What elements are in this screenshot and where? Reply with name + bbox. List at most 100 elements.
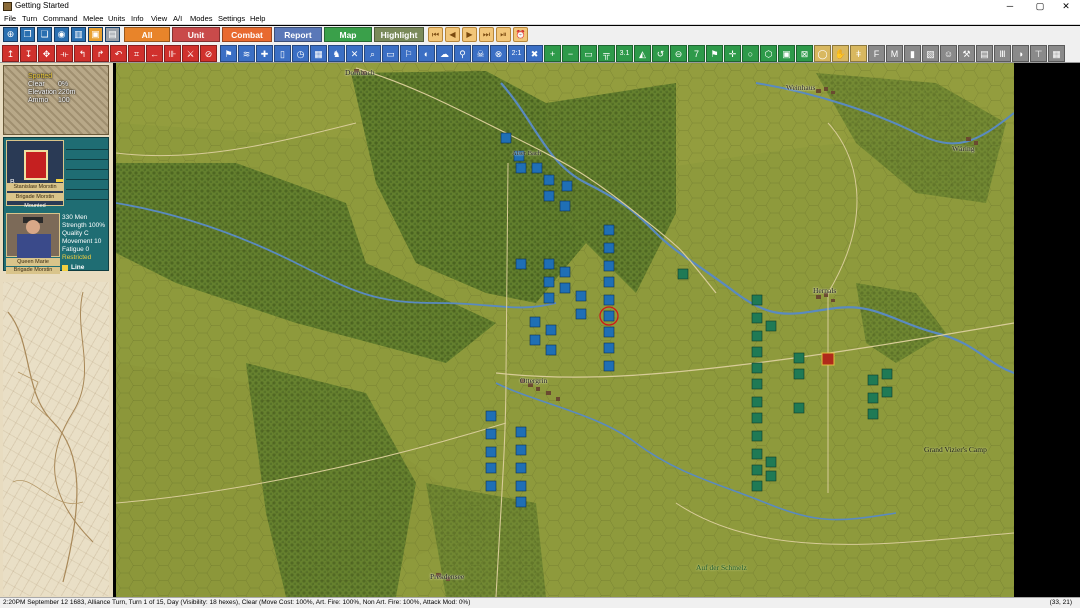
next-unit-icon[interactable]: ▶ xyxy=(462,27,477,42)
terrain-icon[interactable]: ◭ xyxy=(634,45,651,62)
prev-unit-icon[interactable]: ◀ xyxy=(445,27,460,42)
book-icon[interactable]: ▯ xyxy=(274,45,291,62)
magnifier-icon[interactable]: ⌕ xyxy=(364,45,381,62)
target-icon[interactable]: ⊖ xyxy=(670,45,687,62)
clock-icon[interactable]: ◷ xyxy=(292,45,309,62)
hex-grid-icon[interactable]: ⬡ xyxy=(760,45,777,62)
unit-grid-icon[interactable]: ▦ xyxy=(310,45,327,62)
turn-number[interactable]: 7 xyxy=(688,45,705,62)
menu-units[interactable]: Units xyxy=(108,14,125,23)
green-flag-icon[interactable]: ⚑ xyxy=(706,45,723,62)
menu-view[interactable]: View xyxy=(151,14,167,23)
tab-combat[interactable]: Combat xyxy=(222,27,272,42)
menu-file[interactable]: File xyxy=(4,14,16,23)
maximize-button[interactable]: ▢ xyxy=(1026,0,1054,13)
f-key-icon[interactable]: F xyxy=(868,45,885,62)
menu-info[interactable]: Info xyxy=(131,14,144,23)
move-down-icon[interactable]: ↧ xyxy=(20,45,37,62)
stack-icon[interactable]: ❐ xyxy=(20,27,35,42)
wifi-icon[interactable]: ≋ xyxy=(238,45,255,62)
cavalry-icon[interactable]: ♞ xyxy=(328,45,345,62)
banner-icon[interactable]: ⚐ xyxy=(400,45,417,62)
formation-icon[interactable]: ⌗ xyxy=(128,45,145,62)
cube-icon[interactable]: ▧ xyxy=(922,45,939,62)
tab-map[interactable]: Map xyxy=(324,27,372,42)
x-icon[interactable]: ✕ xyxy=(346,45,363,62)
hand-icon[interactable]: ✋ xyxy=(832,45,849,62)
undo-icon[interactable]: ↺ xyxy=(652,45,669,62)
tab-all[interactable]: All xyxy=(124,27,170,42)
pin-icon[interactable]: ⚲ xyxy=(454,45,471,62)
tab-highlight[interactable]: Highlight xyxy=(374,27,424,42)
chart-icon[interactable]: ▤ xyxy=(976,45,993,62)
m-key-icon[interactable]: M xyxy=(886,45,903,62)
plus-icon[interactable]: ✚ xyxy=(256,45,273,62)
menu-ai[interactable]: A/I xyxy=(173,14,182,23)
hierarchy-icon[interactable]: ⊤ xyxy=(1030,45,1047,62)
circle-icon[interactable]: ○ xyxy=(742,45,759,62)
leader-slot xyxy=(66,182,108,190)
first-unit-icon[interactable]: ⏮ xyxy=(428,27,443,42)
menu-modes[interactable]: Modes xyxy=(190,14,213,23)
zoom-out-icon[interactable]: − xyxy=(562,45,579,62)
unit-portrait[interactable] xyxy=(6,213,60,258)
cloud-icon[interactable]: ☁ xyxy=(436,45,453,62)
menu-command[interactable]: Command xyxy=(43,14,78,23)
torch-icon[interactable]: ǂ xyxy=(850,45,867,62)
turn-right-icon[interactable]: ↱ xyxy=(92,45,109,62)
end-unit-icon[interactable]: ⏯ xyxy=(496,27,511,42)
move-up-icon[interactable]: ↥ xyxy=(2,45,19,62)
tee-icon[interactable]: ╦ xyxy=(598,45,615,62)
minimize-button[interactable]: ─ xyxy=(996,0,1024,13)
tab-report[interactable]: Report xyxy=(274,27,322,42)
zoom-ratio[interactable]: 2:1 xyxy=(508,45,525,62)
game-map[interactable]: Dornbach Weinhaus Alser Bach Wäring Hern… xyxy=(116,63,1014,597)
menu-turn[interactable]: Turn xyxy=(22,14,37,23)
turn-left-icon[interactable]: ↰ xyxy=(74,45,91,62)
no-entry-icon[interactable]: ⊗ xyxy=(490,45,507,62)
window-icon[interactable]: ▣ xyxy=(88,27,103,42)
contrast-icon[interactable]: ◑ xyxy=(1012,45,1029,62)
ladder-icon[interactable]: ⊪ xyxy=(164,45,181,62)
half-moon-icon[interactable]: ◐ xyxy=(418,45,435,62)
map-scale[interactable]: 3.1 xyxy=(616,45,633,62)
smiley-icon[interactable]: ☺ xyxy=(940,45,957,62)
tab-unit[interactable]: Unit xyxy=(172,27,220,42)
leader-slot xyxy=(66,172,108,180)
menu-melee[interactable]: Melee xyxy=(83,14,103,23)
document-icon[interactable]: ▤ xyxy=(105,27,120,42)
menu-settings[interactable]: Settings xyxy=(218,14,245,23)
map-icon[interactable]: ▥ xyxy=(71,27,86,42)
lock-icon[interactable]: ▮ xyxy=(904,45,921,62)
last-unit-icon[interactable]: ⏭ xyxy=(479,27,494,42)
spread-icon[interactable]: ✥ xyxy=(38,45,55,62)
close-button[interactable]: ✕ xyxy=(1052,0,1080,13)
crossed-lines-icon[interactable]: ✖ xyxy=(526,45,543,62)
crosshair-icon[interactable]: ⊕ xyxy=(3,27,18,42)
crossed-swords-icon[interactable]: ⚔ xyxy=(182,45,199,62)
zoom-in-icon[interactable]: + xyxy=(544,45,561,62)
map-border-right xyxy=(1014,63,1080,597)
cancel-icon[interactable]: ⊘ xyxy=(200,45,217,62)
box-x-icon[interactable]: ⊠ xyxy=(796,45,813,62)
alarm-clock-icon[interactable]: ⏰ xyxy=(513,27,528,42)
skull-icon[interactable]: ☠ xyxy=(472,45,489,62)
monitor-icon[interactable]: ▭ xyxy=(580,45,597,62)
grid-icon[interactable]: ▦ xyxy=(1048,45,1065,62)
pillars-icon[interactable]: Ⅲ xyxy=(994,45,1011,62)
arrow-left-icon[interactable]: ← xyxy=(146,45,163,62)
title-bar: Getting Started ─ ▢ ✕ xyxy=(0,0,1080,13)
split-icon[interactable]: ⟛ xyxy=(56,45,73,62)
layers-icon[interactable]: ❏ xyxy=(37,27,52,42)
flag-icon[interactable]: ⚑ xyxy=(220,45,237,62)
about-face-icon[interactable]: ↶ xyxy=(110,45,127,62)
unit-info-card[interactable]: B Stanislaw Morstin Brigade Morstin Moun… xyxy=(3,137,109,274)
cross-icon[interactable]: ✛ xyxy=(724,45,741,62)
eye-icon[interactable]: ◉ xyxy=(54,27,69,42)
clipboard-icon[interactable]: ▭ xyxy=(382,45,399,62)
wrench-icon[interactable]: ⚒ xyxy=(958,45,975,62)
square-icon[interactable]: ▣ xyxy=(778,45,795,62)
terrain-type-value: 0% xyxy=(58,81,69,88)
menu-help[interactable]: Help xyxy=(250,14,265,23)
token-icon[interactable]: ◯ xyxy=(814,45,831,62)
